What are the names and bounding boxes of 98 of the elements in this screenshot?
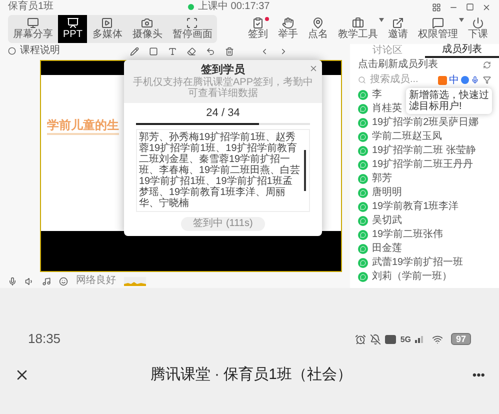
member-name[interactable]: 19扩招学前二班王丹丹	[372, 159, 474, 171]
refresh-icon[interactable]	[483, 61, 491, 69]
network-status: 网络良好	[76, 275, 116, 287]
toolbar-button[interactable]: 下课	[465, 17, 491, 41]
clipboard-icon	[252, 17, 264, 29]
next-icon[interactable]	[279, 46, 288, 56]
previous-icon[interactable]	[260, 46, 269, 56]
power-icon	[472, 17, 484, 29]
member-name[interactable]: 19扩招学前2班吴萨日娜	[372, 117, 479, 129]
sign-in-count: 24 / 34	[206, 107, 240, 120]
dialog-title: 签到学员	[201, 64, 245, 76]
member-name[interactable]: 吴切武	[372, 215, 402, 227]
slide-title: 学前儿童的生	[47, 117, 119, 135]
toolbar-button[interactable]: 权限管理	[415, 17, 461, 41]
mode-tab[interactable]: 多媒体	[87, 15, 128, 43]
mode-tab[interactable]: 暂停画面	[167, 15, 218, 43]
battery-indicator: 97	[450, 333, 471, 345]
session-status: 上课中 00:17:37	[198, 1, 271, 13]
wechat-user-icon	[358, 132, 368, 142]
page-title: 腾讯课堂 · 保育员1班（社会）	[149, 364, 354, 385]
microphone-icon[interactable]	[8, 276, 17, 286]
member-name[interactable]: 19扩招学前二班 张莹静	[372, 145, 476, 157]
phone-time: 18:35	[28, 330, 62, 348]
wechat-user-icon	[358, 258, 368, 268]
mode-tab[interactable]: PPT	[58, 15, 88, 43]
close-icon[interactable]	[482, 2, 491, 12]
member-name[interactable]: 19学前二班张伟	[372, 229, 444, 241]
search-field[interactable]: 搜索成员...	[370, 74, 434, 86]
filter-icon[interactable]	[483, 76, 491, 84]
wechat-user-icon	[358, 272, 368, 282]
member-name[interactable]: 刘莉（学前一班）	[372, 271, 452, 283]
wechat-user-icon	[358, 104, 368, 114]
chat-icon	[432, 17, 444, 29]
wechat-user-icon	[358, 230, 368, 240]
wechat-user-icon	[358, 118, 368, 128]
mode-tab[interactable]: 屏幕分享	[8, 15, 58, 43]
wechat-user-icon	[358, 188, 368, 198]
member-name[interactable]: 李	[372, 89, 382, 101]
scrollbar	[304, 150, 306, 191]
wechat-user-icon	[358, 244, 368, 254]
wifi-icon	[432, 334, 443, 344]
trash-icon[interactable]	[225, 46, 234, 56]
panel-tab[interactable]: 成员列表	[424, 44, 499, 58]
alarm-icon	[355, 334, 366, 344]
mute-icon	[370, 334, 382, 344]
member-name[interactable]: 郭芳	[372, 173, 392, 185]
mode-tab[interactable]: 摄像头	[127, 15, 168, 43]
wechat-user-icon	[358, 216, 368, 226]
eraser-icon[interactable]	[187, 46, 196, 56]
member-name[interactable]: 肖桂英	[372, 103, 402, 115]
member-name[interactable]: 学前二班赵玉凤	[372, 131, 442, 143]
wechat-user-icon	[358, 146, 368, 156]
member-name[interactable]: 武蕾19学前扩招一班	[372, 257, 464, 269]
wechat-user-icon	[358, 174, 368, 184]
monitor-icon	[27, 17, 39, 29]
text-icon[interactable]	[168, 46, 177, 56]
pen-icon[interactable]	[130, 46, 139, 56]
wechat-user-icon	[358, 202, 368, 212]
circle-icon	[8, 47, 16, 55]
grid-icon[interactable]	[432, 2, 441, 12]
face-icon[interactable]	[59, 276, 68, 286]
toolbar-button[interactable]: 邀请	[385, 17, 411, 41]
ime-logo-icon	[438, 76, 447, 84]
slides-icon	[66, 17, 79, 29]
dialog-subtitle: 手机仅支持在腾讯课堂APP签到，考勤中可查看详细数据	[132, 77, 314, 99]
member-name[interactable]: 唐明明	[372, 187, 402, 199]
note-link[interactable]: 课程说明	[20, 45, 60, 57]
speaker-icon[interactable]	[25, 276, 34, 286]
member-name[interactable]: 19学前教育1班李洋	[372, 201, 459, 213]
toolbar-button[interactable]: 举手	[275, 17, 301, 41]
signed-names: 郭芳、孙秀梅19扩招学前1班、赵秀蓉19扩招学前1班、19扩招学前教育二班刘金星、秦雪蓉19学前扩招一班、李春梅、19学前二班田燕、白芸19学前扩招1班、19学前扩招1班孟梦瑶、19学前教育1班李洋、周丽华、宁晓楠	[138, 130, 302, 211]
filter-tooltip: 新增筛选，快速过滤目标用户!	[406, 88, 492, 114]
toolbar-button[interactable]: 教学工具	[335, 17, 381, 41]
member-name[interactable]: 田金莲	[372, 243, 402, 255]
music-icon[interactable]	[42, 276, 51, 286]
rectangle-icon[interactable]	[149, 46, 158, 56]
maximize-icon[interactable]	[466, 3, 474, 11]
network-type: 5G	[400, 334, 411, 344]
signal-icon	[414, 335, 424, 343]
pin-icon	[312, 17, 324, 29]
refresh-link[interactable]: 点击刷新成员列表	[358, 59, 438, 71]
briefcase-icon	[352, 17, 364, 29]
play-icon	[101, 17, 114, 29]
more-button[interactable]: •••	[472, 366, 485, 384]
toolbar-button[interactable]: 签到	[245, 17, 271, 41]
ime-mic-icon[interactable]	[471, 76, 479, 84]
camera-icon	[141, 17, 154, 29]
search-icon	[358, 76, 366, 84]
undo-icon[interactable]	[206, 46, 215, 56]
wechat-user-icon	[358, 160, 368, 170]
scan-icon	[186, 17, 198, 29]
share-icon	[392, 17, 404, 29]
wechat-user-icon	[358, 90, 368, 100]
ime-mode[interactable]: 中	[449, 74, 459, 86]
audio-meter-drawing	[124, 276, 146, 286]
toolbar-button[interactable]: 点名	[305, 17, 331, 41]
class-name: 保育员1班	[8, 1, 55, 13]
hand-icon	[282, 17, 294, 29]
